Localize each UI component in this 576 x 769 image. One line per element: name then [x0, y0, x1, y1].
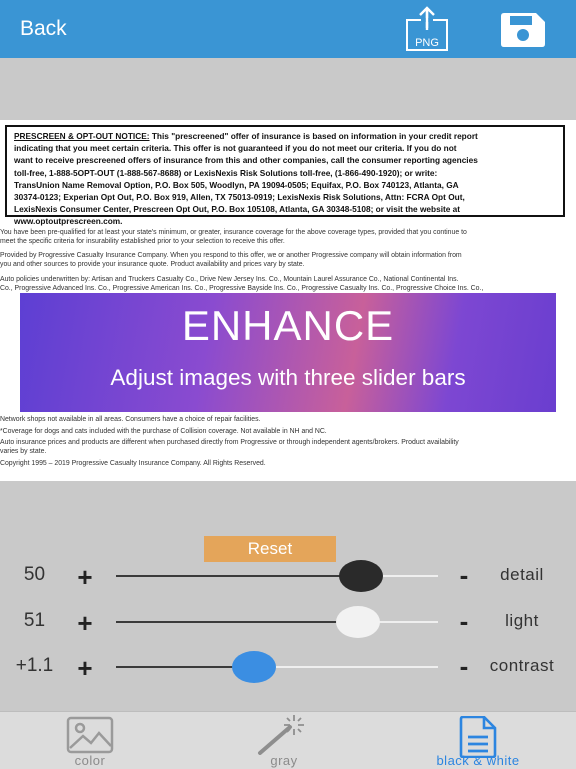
tab-black-white-label: black & white: [436, 753, 520, 768]
contrast-slider-track[interactable]: [116, 666, 438, 668]
tab-gray[interactable]: gray: [212, 712, 356, 769]
tab-gray-label: gray: [270, 753, 298, 768]
contrast-slider-row: +1.1 + - contrast: [0, 647, 576, 687]
detail-value: 50: [23, 564, 46, 585]
save-button[interactable]: [500, 12, 546, 48]
enhance-banner: ENHANCE Adjust images with three slider …: [20, 293, 556, 412]
detail-slider-row: 50 + - detail: [0, 556, 576, 596]
detail-label: detail: [500, 565, 544, 584]
light-decrease-button[interactable]: -: [449, 606, 479, 637]
notice-line: TransUnion Name Removal Option, P.O. Box…: [14, 179, 459, 190]
contrast-value: +1.1: [15, 655, 54, 676]
tab-color-label: color: [74, 753, 106, 768]
detail-decrease-button[interactable]: -: [449, 560, 479, 591]
tab-black-white[interactable]: black & white: [406, 712, 550, 769]
magic-wand-icon: [258, 715, 304, 755]
back-button[interactable]: Back: [20, 17, 67, 41]
light-slider-track[interactable]: [116, 621, 438, 623]
notice-line: www.optoutprescreen.com.: [14, 216, 123, 227]
tab-color[interactable]: color: [18, 712, 162, 769]
top-bar: Back PNG: [0, 0, 576, 58]
provider-paragraph: Provided by Progressive Casualty Insuran…: [0, 252, 462, 268]
export-png-button[interactable]: PNG: [405, 6, 449, 52]
contrast-decrease-button[interactable]: -: [449, 651, 479, 682]
detail-increase-button[interactable]: +: [70, 562, 100, 593]
notice-line: toll-free, 1-888-5OPT-OUT (1-888-567-868…: [14, 167, 438, 178]
detail-slider-knob[interactable]: [338, 560, 383, 592]
contrast-label: contrast: [489, 656, 555, 675]
preview-margin: [0, 58, 576, 120]
footer-paragraph: Network shops not available in all areas…: [0, 416, 459, 467]
banner-subtitle: Adjust images with three slider bars: [110, 365, 466, 390]
underwriter-paragraph: Auto policies underwritten by: Artisan a…: [0, 276, 484, 292]
notice-title: PRESCREEN & OPT-OUT NOTICE:: [14, 131, 150, 141]
notice-line: 30374-0123; Experian Opt Out, P.O. Box 9…: [14, 192, 465, 203]
opt-out-notice: PRESCREEN & OPT-OUT NOTICE: This "prescr…: [5, 125, 565, 226]
eligibility-paragraph: You have been pre-qualified for at least…: [0, 229, 467, 245]
banner-title: ENHANCE: [181, 302, 395, 349]
notice-line: This "prescreened" offer of insurance is…: [149, 131, 478, 141]
bottom-tab-bar: color gray black & white: [0, 711, 576, 769]
document-icon: [459, 716, 497, 758]
detail-slider-track[interactable]: [116, 575, 438, 577]
light-slider-knob[interactable]: [335, 606, 380, 638]
png-export-icon: PNG: [406, 6, 448, 51]
png-label: PNG: [415, 37, 439, 49]
light-label: light: [505, 611, 539, 630]
contrast-increase-button[interactable]: +: [70, 653, 100, 684]
light-slider-row: 51 + - light: [0, 602, 576, 642]
notice-line: indicating that you meet certain criteri…: [14, 143, 457, 154]
notice-line: LexisNexis Consumer Center, Prescreen Op…: [14, 204, 461, 215]
image-icon: [66, 716, 114, 754]
light-value: 51: [23, 610, 46, 631]
light-increase-button[interactable]: +: [70, 608, 100, 639]
floppy-disk-icon: [501, 13, 545, 47]
notice-line: want to receive prescreened offers of in…: [14, 155, 478, 166]
contrast-slider-knob[interactable]: [232, 651, 277, 683]
